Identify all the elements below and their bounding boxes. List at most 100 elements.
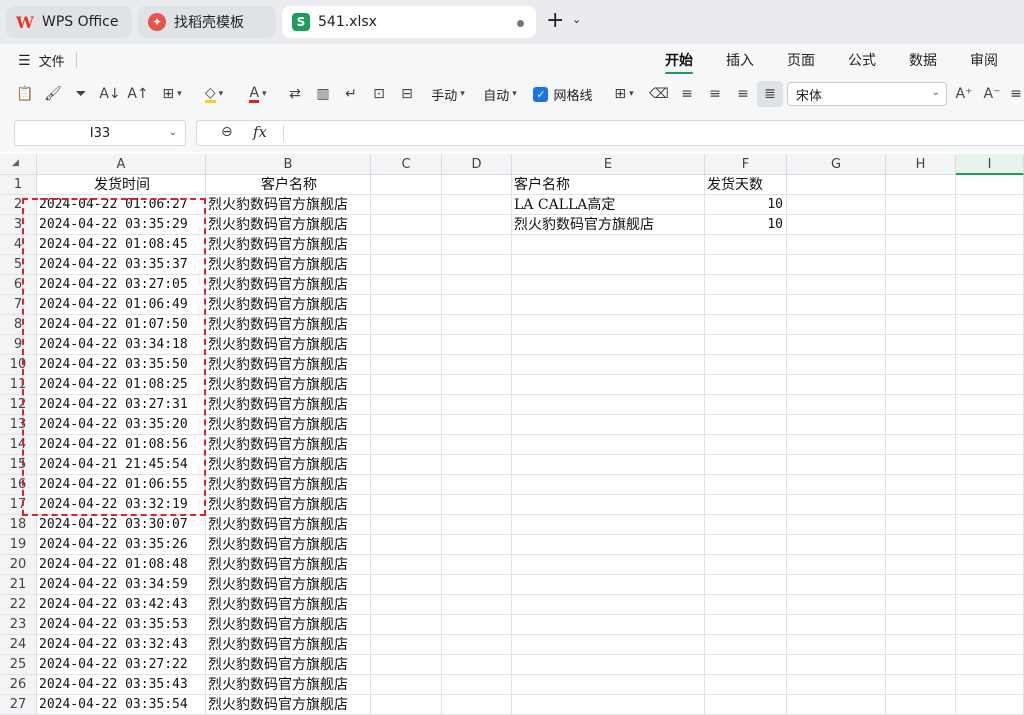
ribbon-tab-page[interactable]: 页面 [787,50,815,70]
row-header[interactable]: 16 [0,475,37,495]
cell-customer[interactable]: 烈火豹数码官方旗舰店 [208,535,370,555]
cell-ship-time[interactable]: 2024-04-22 03:35:53 [39,615,205,635]
ribbon-tab-home[interactable]: 开始 [665,50,693,75]
header-cell-customer-summary[interactable]: 客户名称 [514,175,704,195]
align-justify-icon[interactable]: ≣ [757,81,783,107]
paste-icon[interactable]: 📋 [14,84,36,104]
cell-ship-time[interactable]: 2024-04-22 01:08:56 [39,435,205,455]
header-cell-customer[interactable]: 客户名称 [208,175,370,195]
row-header[interactable]: 12 [0,395,37,415]
row-header[interactable]: 9 [0,335,37,355]
align-right-icon[interactable]: ≡ [732,84,754,104]
cell-customer[interactable]: 烈火豹数码官方旗舰店 [208,315,370,335]
cell-ship-time[interactable]: 2024-04-22 03:35:54 [39,695,205,715]
row-header[interactable]: 2 [0,195,37,215]
cell-ship-time[interactable]: 2024-04-22 03:32:43 [39,635,205,655]
font-name-select[interactable]: 宋体 ⌄ [787,82,947,106]
cell-customer[interactable]: 烈火豹数码官方旗舰店 [208,435,370,455]
cell-customer[interactable]: 烈火豹数码官方旗舰店 [208,215,370,235]
auto-dropdown[interactable]: 自动 ▾ [478,84,522,104]
column-header-e[interactable]: E [512,154,705,175]
wrap-text-icon[interactable]: ↵ [340,84,362,104]
row-header[interactable]: 24 [0,635,37,655]
cell-ship-time[interactable]: 2024-04-22 03:27:31 [39,395,205,415]
convert-icon[interactable]: ⇄ [284,84,306,104]
row-header[interactable]: 7 [0,295,37,315]
sort-ascending-icon[interactable]: A↓ [98,84,122,104]
column-header-a[interactable]: A [37,154,206,175]
cell-customer[interactable]: 烈火豹数码官方旗舰店 [208,235,370,255]
ribbon-tab-formula[interactable]: 公式 [848,50,876,70]
cell-customer[interactable]: 烈火豹数码官方旗舰店 [208,515,370,535]
cell-customer[interactable]: 烈火豹数码官方旗舰店 [208,255,370,275]
cell-ship-time[interactable]: 2024-04-22 01:08:45 [39,235,205,255]
header-cell-ship-days[interactable]: 发货天数 [707,175,786,195]
cell-ship-time[interactable]: 2024-04-21 21:45:54 [39,455,205,475]
tab-wps-office[interactable]: W WPS Office [6,6,132,38]
tab-541-xlsx[interactable]: S 541.xlsx [282,6,536,38]
row-header[interactable]: 25 [0,655,37,675]
column-header-b[interactable]: B [206,154,371,175]
column-header-h[interactable]: H [886,154,956,175]
cell-ship-time[interactable]: 2024-04-22 01:08:25 [39,375,205,395]
row-header[interactable]: 1 [0,175,37,195]
row-header[interactable]: 10 [0,355,37,375]
cell-ship-time[interactable]: 2024-04-22 03:35:43 [39,675,205,695]
increase-font-icon[interactable]: A⁺ [952,84,976,104]
row-header[interactable]: 20 [0,555,37,575]
row-header[interactable]: 15 [0,455,37,475]
cell-customer[interactable]: 烈火豹数码官方旗舰店 [208,555,370,575]
cell-customer[interactable]: 烈火豹数码官方旗舰店 [208,695,370,715]
spreadsheet-grid[interactable]: ABCDEFGHI 1发货时间客户名称客户名称发货天数22024-04-22 0… [0,154,1024,715]
cell-customer[interactable]: 烈火豹数码官方旗舰店 [208,335,370,355]
column-header-f[interactable]: F [705,154,787,175]
row-header[interactable]: 4 [0,235,37,255]
cell-customer[interactable]: 烈火豹数码官方旗舰店 [208,475,370,495]
row-header[interactable]: 6 [0,275,37,295]
cell-ship-time[interactable]: 2024-04-22 03:35:26 [39,535,205,555]
cell-customer[interactable]: 烈火豹数码官方旗舰店 [208,195,370,215]
cell-ship-days[interactable]: 10 [707,195,786,215]
cell-ship-time[interactable]: 2024-04-22 03:42:43 [39,595,205,615]
cell-customer[interactable]: 烈火豹数码官方旗舰店 [208,295,370,315]
row-header[interactable]: 14 [0,435,37,455]
cell-style-icon[interactable]: ⊞ ▾ [608,84,640,104]
header-cell-ship-time[interactable]: 发货时间 [39,175,205,195]
function-icon[interactable]: fx [253,123,267,141]
formula-input[interactable]: ⊖ fx [196,120,1024,146]
filter-icon[interactable]: ⏷ [70,84,92,104]
column-header-c[interactable]: C [371,154,442,175]
cell-ship-days[interactable]: 10 [707,215,786,235]
format-painter-icon[interactable]: 🖌 [42,84,64,104]
new-tab-plus-icon[interactable]: + [546,10,564,32]
cell-customer[interactable]: 烈火豹数码官方旗舰店 [208,355,370,375]
row-header[interactable]: 3 [0,215,37,235]
row-header[interactable]: 27 [0,695,37,715]
cell-customer[interactable]: 烈火豹数码官方旗舰店 [208,395,370,415]
column-icon[interactable]: ▥ [312,84,334,104]
row-header[interactable]: 19 [0,535,37,555]
merge-cells-icon[interactable]: ⊡ [368,84,390,104]
cell-ship-time[interactable]: 2024-04-22 01:06:55 [39,475,205,495]
row-header[interactable]: 13 [0,415,37,435]
clear-format-icon[interactable]: ⌫ [648,84,670,104]
select-all-corner[interactable] [0,154,37,175]
cell-ship-time[interactable]: 2024-04-22 03:34:18 [39,335,205,355]
cell-ship-time[interactable]: 2024-04-22 03:35:50 [39,355,205,375]
cell-customer[interactable]: 烈火豹数码官方旗舰店 [208,375,370,395]
cell-customer[interactable]: 烈火豹数码官方旗舰店 [208,415,370,435]
cell-ship-time[interactable]: 2024-04-22 01:07:50 [39,315,205,335]
border-icon[interactable]: ⊞ ▾ [156,84,188,104]
cell-customer[interactable]: 烈火豹数码官方旗舰店 [208,575,370,595]
decrease-font-icon[interactable]: A⁻ [980,84,1004,104]
column-header-d[interactable]: D [442,154,512,175]
cell-ship-time[interactable]: 2024-04-22 01:08:48 [39,555,205,575]
cell-customer-summary[interactable]: 烈火豹数码官方旗舰店 [514,215,704,235]
cell-ship-time[interactable]: 2024-04-22 03:34:59 [39,575,205,595]
name-box[interactable]: I33 ⌄ [14,120,186,146]
row-header[interactable]: 18 [0,515,37,535]
cell-customer[interactable]: 烈火豹数码官方旗舰店 [208,635,370,655]
cell-customer[interactable]: 烈火豹数码官方旗舰店 [208,495,370,515]
file-menu[interactable]: ☰ 文件 [18,51,65,71]
sort-descending-icon[interactable]: A↑ [126,84,150,104]
